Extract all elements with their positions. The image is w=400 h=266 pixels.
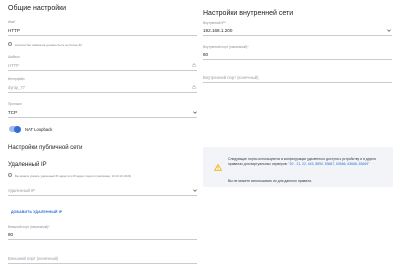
protocol-label: Протокол <box>8 102 22 106</box>
internal-port-input[interactable]: 80 <box>203 52 208 57</box>
info-icon <box>8 173 12 177</box>
protocol-underline <box>8 117 197 118</box>
ext-port-underline <box>8 239 197 240</box>
remote-ip-underline <box>8 195 197 196</box>
name-label: Имя* <box>8 20 16 24</box>
name-input[interactable]: HTTP <box>8 28 20 33</box>
source-underline <box>8 70 197 71</box>
internal-port-underline <box>203 59 392 60</box>
ports-warning: Следующие порты используются в конфигура… <box>203 147 393 187</box>
interface-label: Интерфейс <box>8 77 25 81</box>
chevron-down-icon[interactable] <box>193 189 197 192</box>
internal-ip-underline <box>203 35 392 36</box>
internal-settings-title: Настройки внутренней сети <box>203 10 294 17</box>
internal-ip-label: Внутренний IP* <box>203 21 226 25</box>
add-remote-ip-button[interactable]: ДОБАВИТЬ УДАЛЕННЫЙ IP <box>11 210 62 214</box>
nat-loopback-label: NAT Loopback <box>25 126 53 132</box>
internal-port-end-underline <box>203 82 392 83</box>
nat-loopback-toggle[interactable] <box>9 125 21 133</box>
internal-port-end-input[interactable]: Внутренний порт (конечный) <box>203 75 259 80</box>
warning-ports: "20 - 21, 22, 443, 8890, 53667, 63666, 6… <box>288 161 370 166</box>
protocol-select[interactable]: TCP <box>8 110 17 115</box>
warning-note: Вы не можете использовать их для данного… <box>228 179 312 183</box>
remote-ip-hint: Вы можете указать удаленный IP-адрес или… <box>15 173 132 178</box>
ext-port-label: Внешний порт (начальный)* <box>8 225 50 229</box>
remote-ip-title: Удаленный IP <box>8 162 47 168</box>
lock-icon <box>192 85 196 89</box>
internal-port-label: Внутренний порт (начальный)* <box>203 45 249 49</box>
internal-ip-select[interactable]: 192.168.1.200 <box>203 28 232 33</box>
source-field: HTTP <box>8 63 19 68</box>
name-hint: Количество символов должно быть не более… <box>15 42 82 47</box>
source-label: Шаблон <box>8 55 20 59</box>
lock-icon <box>192 63 196 67</box>
warning-text: Следующие порты используются в конфигура… <box>228 157 388 166</box>
interface-underline <box>8 92 197 93</box>
public-settings-title: Настройки публичной сети <box>8 145 83 151</box>
chevron-down-icon[interactable] <box>387 29 391 32</box>
chevron-down-icon[interactable] <box>193 111 197 114</box>
name-input-underline <box>8 35 197 36</box>
toggle-knob <box>14 125 21 133</box>
interface-field: dynip_77 <box>8 85 25 90</box>
info-icon <box>8 42 12 46</box>
ext-port-input[interactable]: 80 <box>8 232 13 237</box>
ext-port-end-input[interactable]: Внешний порт (конечный) <box>8 256 58 261</box>
ext-port-end-underline <box>8 263 197 264</box>
general-settings-title: Общие настройки <box>8 5 67 12</box>
remote-ip-select[interactable]: Удаленный IP <box>8 188 35 193</box>
warning-icon <box>214 164 222 171</box>
